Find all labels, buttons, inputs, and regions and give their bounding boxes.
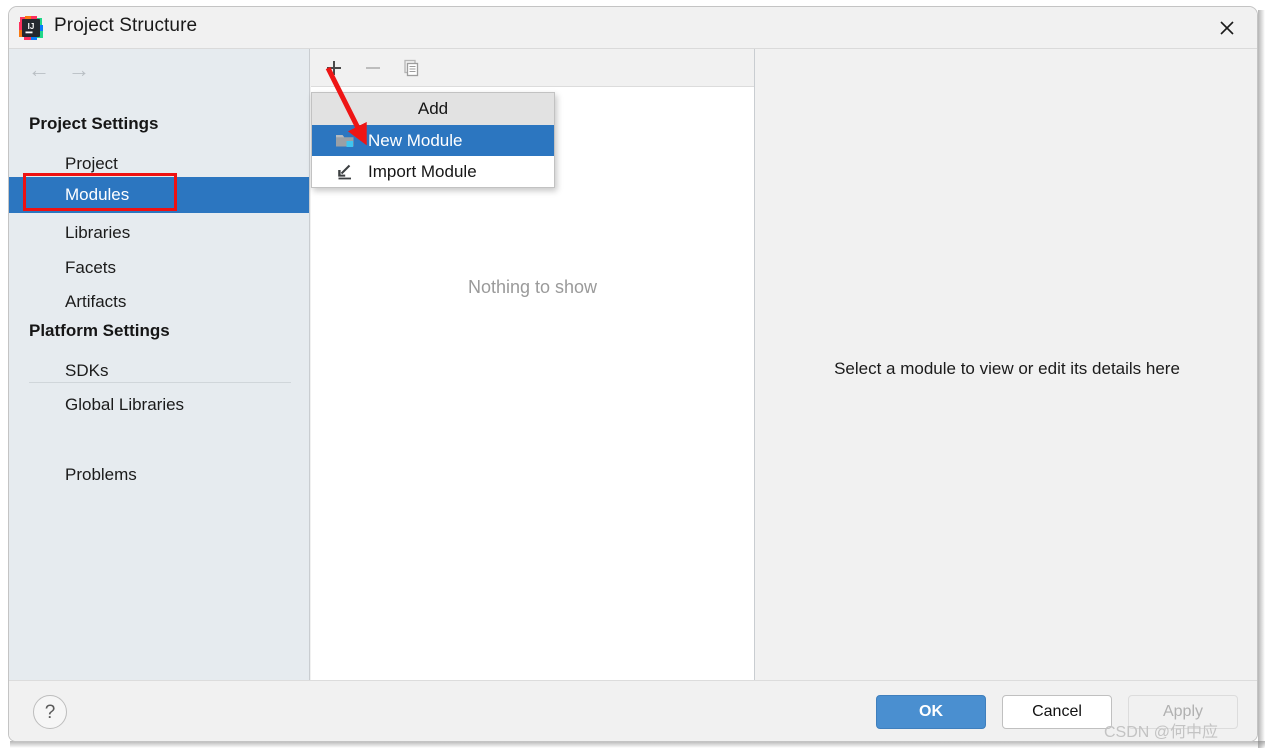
csdn-watermark: CSDN @何中应	[1104, 724, 1219, 741]
arrow-left-icon[interactable]: ←	[25, 59, 53, 83]
sidebar-item-global-libraries[interactable]: Global Libraries	[9, 387, 309, 423]
new-folder-icon	[334, 132, 356, 150]
plus-icon[interactable]	[321, 55, 347, 81]
popup-header-label: Add	[312, 93, 554, 125]
empty-state-text: Nothing to show	[467, 277, 598, 297]
help-icon[interactable]: ?	[33, 695, 67, 729]
desktop-backdrop: IJ Project Structure ← → Project Setting…	[0, 0, 1265, 748]
add-popup-menu: Add New Module Import Module	[311, 92, 555, 188]
svg-text:IJ: IJ	[28, 22, 35, 31]
settings-sidebar: ← → Project Settings Project Modules Lib…	[9, 49, 310, 680]
titlebar: IJ Project Structure	[9, 7, 1257, 49]
window-shadow-bottom	[10, 741, 1265, 748]
module-details-hint: Select a module to view or edit its deta…	[834, 359, 1180, 378]
menu-item-label: New Module	[368, 130, 463, 150]
ok-button[interactable]: OK	[876, 695, 986, 729]
sidebar-item-facets[interactable]: Facets	[9, 250, 309, 286]
window-shadow-right	[1258, 10, 1265, 748]
copy-icon	[398, 55, 424, 81]
sidebar-item-artifacts[interactable]: Artifacts	[9, 284, 309, 320]
cancel-button[interactable]: Cancel	[1002, 695, 1112, 729]
menu-item-label: Import Module	[368, 161, 477, 181]
sidebar-item-problems[interactable]: Problems	[9, 457, 309, 493]
sidebar-divider	[29, 382, 291, 383]
menu-item-import-module[interactable]: Import Module	[312, 156, 554, 187]
sidebar-item-libraries[interactable]: Libraries	[9, 215, 309, 251]
close-icon[interactable]	[1203, 9, 1251, 47]
intellij-idea-icon: IJ	[19, 16, 43, 40]
menu-item-new-module[interactable]: New Module	[312, 125, 554, 156]
sidebar-group-platform-settings: Platform Settings	[29, 321, 170, 340]
sidebar-item-sdks[interactable]: SDKs	[9, 353, 309, 389]
project-structure-dialog: IJ Project Structure ← → Project Setting…	[8, 6, 1258, 742]
sidebar-group-project-settings: Project Settings	[29, 114, 159, 133]
minus-icon	[360, 55, 386, 81]
module-details-panel: Select a module to view or edit its deta…	[756, 49, 1257, 680]
import-arrow-icon	[334, 163, 356, 181]
sidebar-item-modules[interactable]: Modules	[9, 177, 309, 213]
modules-toolbar	[311, 49, 754, 87]
sidebar-nav-arrows: ← →	[9, 49, 309, 91]
page-title: Project Structure	[54, 15, 198, 36]
dialog-footer: ? OK Cancel Apply	[9, 680, 1257, 741]
arrow-right-icon[interactable]: →	[65, 59, 93, 83]
